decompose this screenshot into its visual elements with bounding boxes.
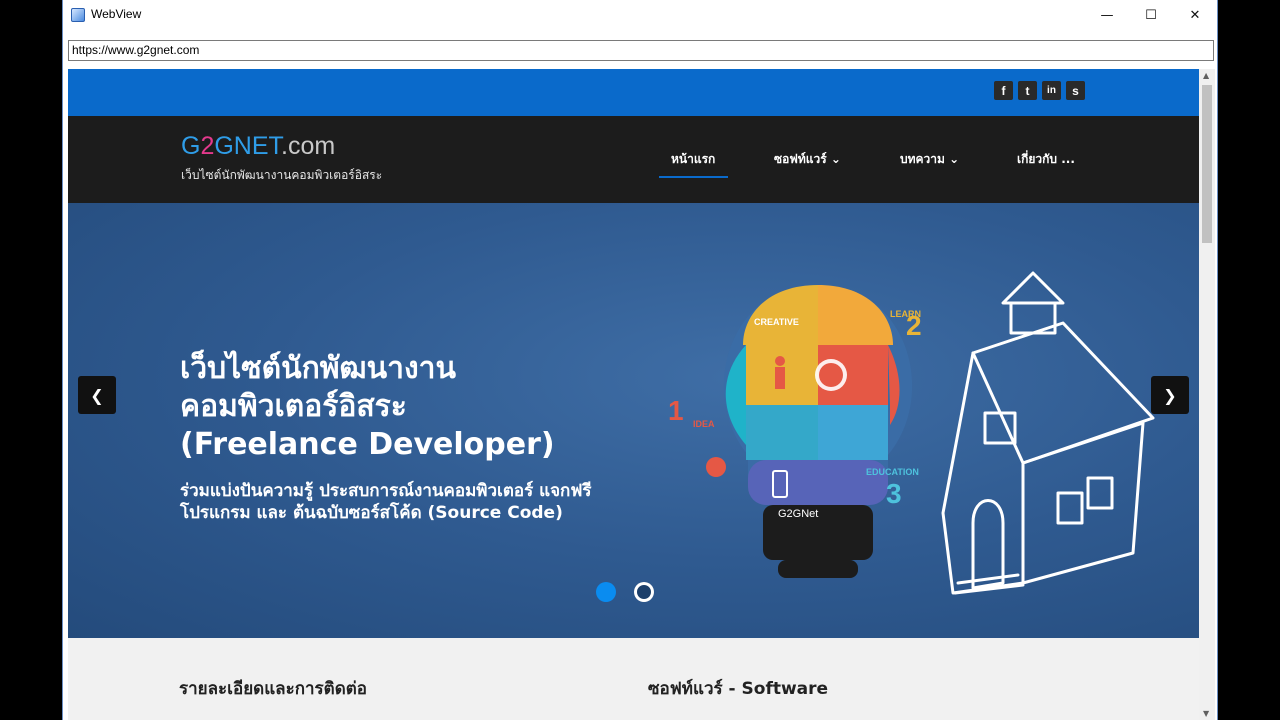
webview-window: WebView — ☐ ✕ https://www.g2gnet.com f t…: [62, 0, 1218, 720]
nav-software[interactable]: ซอฟท์แวร์ ⌄: [774, 150, 841, 169]
title-bar[interactable]: WebView — ☐ ✕: [63, 0, 1217, 30]
svg-text:2: 2: [906, 310, 922, 341]
nav-active-indicator: [659, 176, 728, 178]
twitter-icon[interactable]: t: [1018, 81, 1037, 100]
nav-about[interactable]: เกี่ยวกับ ...: [1017, 150, 1075, 169]
carousel-prev-button[interactable]: ❮: [78, 376, 116, 414]
chevron-down-icon: ⌄: [830, 152, 841, 166]
maximize-button[interactable]: ☐: [1129, 0, 1173, 30]
linkedin-icon[interactable]: in: [1042, 81, 1061, 100]
scroll-thumb[interactable]: [1202, 85, 1212, 243]
web-viewport: f t in s G2GNET.com เว็บไซต์นักพัฒนางานค…: [68, 69, 1199, 720]
software-section-title: ซอฟท์แวร์ - Software: [648, 679, 829, 699]
skype-icon[interactable]: s: [1066, 81, 1085, 100]
lightbulb-illustration: CREATIVE LEARN IDEA EDUCATION G2GNet 2 3…: [668, 285, 922, 578]
brand-label: G2GNet: [778, 508, 818, 520]
vertical-scrollbar[interactable]: ▲ ▼: [1199, 69, 1215, 720]
app-icon: [71, 8, 85, 22]
site-logo[interactable]: G2GNET.com: [181, 132, 335, 161]
idea-label: IDEA: [693, 419, 715, 429]
close-button[interactable]: ✕: [1173, 0, 1217, 30]
svg-text:3: 3: [886, 478, 902, 509]
minimize-button[interactable]: —: [1085, 0, 1129, 30]
site-header: G2GNET.com เว็บไซต์นักพัฒนางานคอมพิวเตอร…: [68, 116, 1199, 203]
nav-home[interactable]: หน้าแรก: [671, 150, 715, 169]
education-label: EDUCATION: [866, 467, 919, 477]
scroll-down-icon[interactable]: ▼: [1203, 709, 1209, 718]
hero-subtitle: ร่วมแบ่งปันความรู้ ประสบการณ์งานคอมพิวเต…: [180, 481, 592, 523]
carousel-dot-1[interactable]: [596, 582, 616, 602]
scroll-up-icon[interactable]: ▲: [1203, 71, 1209, 80]
hero-carousel: เว็บไซต์นักพัฒนางาน คอมพิวเตอร์อิสระ (Fr…: [68, 203, 1199, 638]
facebook-icon[interactable]: f: [994, 81, 1013, 100]
creative-label: CREATIVE: [754, 317, 799, 327]
chevron-down-icon: ⌄: [949, 152, 960, 166]
window-title: WebView: [91, 7, 142, 21]
site-tagline: เว็บไซต์นักพัฒนางานคอมพิวเตอร์อิสระ: [181, 168, 383, 182]
address-bar[interactable]: https://www.g2gnet.com: [68, 40, 1214, 61]
hero-title: เว็บไซต์นักพัฒนางาน คอมพิวเตอร์อิสระ (Fr…: [180, 351, 555, 462]
top-bar: f t in s: [68, 69, 1199, 116]
carousel-dot-2[interactable]: [634, 582, 654, 602]
svg-text:1: 1: [668, 395, 684, 426]
contact-section-title: รายละเอียดและการติดต่อ: [179, 679, 368, 699]
house-sketch-illustration: [941, 271, 1155, 595]
nav-articles[interactable]: บทความ ⌄: [900, 150, 959, 169]
